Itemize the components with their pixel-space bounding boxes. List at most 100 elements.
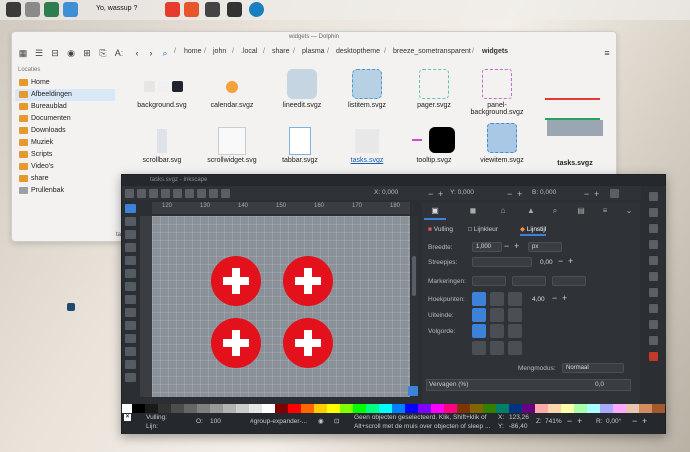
plus-icon[interactable]: + xyxy=(577,416,582,426)
swatch[interactable] xyxy=(171,404,184,413)
order-stroke-markers-icon[interactable] xyxy=(490,341,504,355)
join-miter-icon[interactable] xyxy=(472,292,486,306)
export-tab-icon[interactable]: ▲ xyxy=(520,202,542,220)
pencil-tool-icon[interactable] xyxy=(125,308,136,317)
plus-icon[interactable]: + xyxy=(568,256,573,266)
breadcrumb-item[interactable]: plasma xyxy=(302,48,325,55)
object-tab-icon[interactable]: ◼ xyxy=(462,202,484,220)
layer-select[interactable]: #group-expander-... xyxy=(250,418,307,425)
mid-marker-select[interactable] xyxy=(512,276,546,286)
lock-icon[interactable]: ⊡ xyxy=(334,417,339,425)
sidebar-item-scripts[interactable]: Scripts xyxy=(15,149,115,161)
search-tab-icon[interactable]: ⌕ xyxy=(544,202,566,220)
print-icon[interactable] xyxy=(649,240,658,249)
file-item[interactable]: tooltip.svgz xyxy=(399,125,469,179)
vertical-scrollbar[interactable] xyxy=(410,216,418,386)
tab-stroke-paint[interactable]: □ Lijnkleur xyxy=(468,224,498,236)
breadcrumb-current[interactable]: widgets xyxy=(482,48,508,55)
back-icon[interactable]: ‹ xyxy=(130,46,144,60)
app-icon[interactable] xyxy=(249,2,264,17)
file-item[interactable]: scrollbar.svg xyxy=(127,125,197,179)
lower-icon[interactable] xyxy=(221,189,230,198)
minus-icon[interactable]: − xyxy=(504,241,509,251)
rotate-ccw-icon[interactable] xyxy=(161,189,170,198)
deselect-icon[interactable] xyxy=(149,189,158,198)
file-item[interactable]: background.svg xyxy=(127,72,197,126)
swatch[interactable] xyxy=(613,404,626,413)
swatch[interactable] xyxy=(275,404,288,413)
swatch[interactable] xyxy=(262,404,275,413)
blend-mode-select[interactable]: Normaal xyxy=(562,363,624,373)
order-markers-fill-icon[interactable] xyxy=(472,341,486,355)
breadcrumb-item[interactable]: share xyxy=(272,48,290,55)
swatch[interactable] xyxy=(236,404,249,413)
file-item[interactable]: pager.svgz xyxy=(399,69,469,126)
visibility-icon[interactable]: ◉ xyxy=(318,417,324,425)
sidebar-item-downloads[interactable]: Downloads xyxy=(15,125,115,137)
swatch[interactable] xyxy=(548,404,561,413)
swatch[interactable] xyxy=(626,404,639,413)
swatch[interactable] xyxy=(470,404,483,413)
sidebar-item-muziek[interactable]: Muziek xyxy=(15,137,115,149)
swatch[interactable] xyxy=(392,404,405,413)
swatch[interactable] xyxy=(483,404,496,413)
swatch[interactable] xyxy=(561,404,574,413)
canvas-toggle-icon[interactable] xyxy=(408,386,418,396)
order-stroke-fill-icon[interactable] xyxy=(490,324,504,338)
minus-icon[interactable]: − xyxy=(558,256,563,266)
app-icon[interactable] xyxy=(25,2,40,17)
app-icon[interactable] xyxy=(165,2,180,17)
dash-offset-value[interactable]: 0,00 xyxy=(540,259,553,266)
swatch[interactable] xyxy=(132,404,145,413)
save-icon[interactable] xyxy=(649,224,658,233)
swatch[interactable] xyxy=(574,404,587,413)
swatch[interactable] xyxy=(457,404,470,413)
swatch[interactable] xyxy=(405,404,418,413)
cap-butt-icon[interactable] xyxy=(472,308,486,322)
swatch[interactable] xyxy=(301,404,314,413)
minus-icon[interactable]: − xyxy=(584,189,589,199)
sidebar-item-documenten[interactable]: Documenten xyxy=(15,113,115,125)
sidebar-item-afbeeldingen[interactable]: Afbeeldingen xyxy=(15,89,115,101)
minus-icon[interactable]: − xyxy=(552,293,557,303)
minus-icon[interactable]: − xyxy=(428,189,433,199)
plus-icon[interactable]: + xyxy=(642,416,647,426)
list-view-icon[interactable]: ☰ xyxy=(32,46,46,60)
file-item[interactable]: tasks.svgz xyxy=(540,110,610,167)
3d-box-tool-icon[interactable] xyxy=(125,269,136,278)
layers-tab-icon[interactable]: ≡ xyxy=(594,202,616,220)
red-cross-circle[interactable] xyxy=(211,256,261,306)
swatch[interactable] xyxy=(249,404,262,413)
flip-h-icon[interactable] xyxy=(185,189,194,198)
zoom-tool-icon[interactable] xyxy=(125,373,136,382)
flip-v-icon[interactable] xyxy=(197,189,206,198)
dash-pattern-select[interactable] xyxy=(472,257,532,267)
plus-icon[interactable]: + xyxy=(562,293,567,303)
swatch[interactable] xyxy=(496,404,509,413)
start-marker-select[interactable] xyxy=(472,276,506,286)
star-tool-icon[interactable] xyxy=(125,256,136,265)
rectangle-tool-icon[interactable] xyxy=(125,230,136,239)
rotation-value[interactable]: 0,00° xyxy=(606,418,621,425)
export-icon[interactable] xyxy=(649,272,658,281)
cut-icon[interactable] xyxy=(649,352,658,361)
document-tab-icon[interactable]: ▤ xyxy=(570,202,592,220)
copy-icon[interactable] xyxy=(649,320,658,329)
split-view-icon[interactable]: ⊟ xyxy=(48,46,62,60)
grid-view-icon[interactable]: ▦ xyxy=(16,46,30,60)
cap-square-icon[interactable] xyxy=(508,308,522,322)
red-cross-circle[interactable] xyxy=(211,318,261,368)
breadcrumb-item[interactable]: home xyxy=(184,48,202,55)
lock-icon[interactable] xyxy=(610,189,619,198)
file-item[interactable]: tabbar.svgz xyxy=(265,125,335,179)
swatch[interactable] xyxy=(535,404,548,413)
desktop-icon[interactable] xyxy=(67,303,75,311)
app-icon[interactable] xyxy=(205,2,220,17)
search-icon[interactable]: ⌕ xyxy=(158,46,172,60)
file-item[interactable]: viewitem.svgz xyxy=(467,123,537,179)
swatch[interactable] xyxy=(652,404,665,413)
zoom-value[interactable]: 741% xyxy=(545,418,562,425)
file-item[interactable]: calendar.svgz xyxy=(197,72,267,126)
swatch[interactable] xyxy=(366,404,379,413)
minus-icon[interactable]: − xyxy=(507,189,512,199)
